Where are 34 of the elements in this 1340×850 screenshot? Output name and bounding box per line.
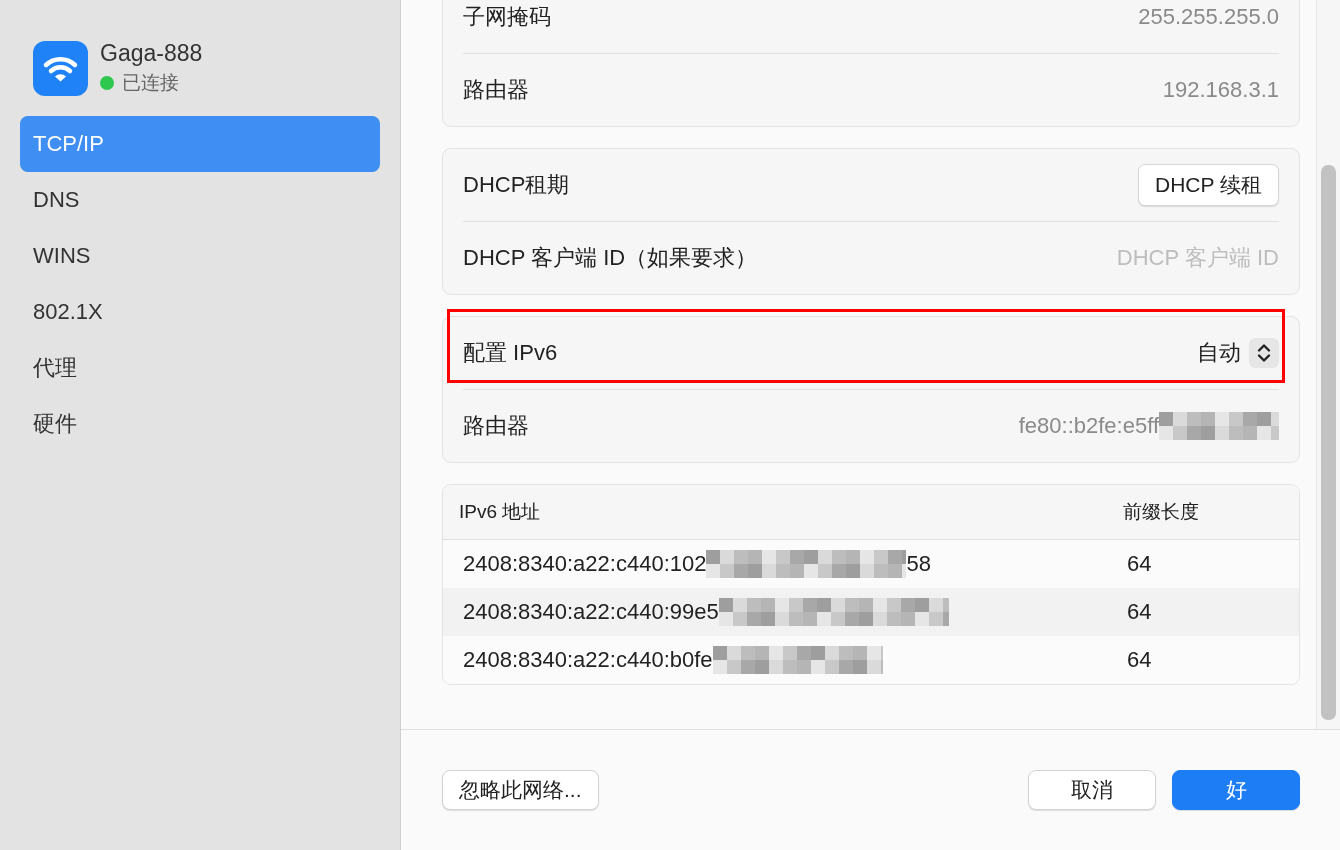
sidebar-item[interactable]: 802.1X: [20, 284, 380, 340]
column-header: 前缀长度: [1123, 500, 1199, 524]
address-text: 2408:8340:a22:c440:102: [463, 551, 707, 577]
prefix-length: 64: [1127, 551, 1152, 577]
connection-status: 已连接: [122, 71, 179, 95]
address-text: 2408:8340:a22:c440:99e5: [463, 599, 719, 625]
wifi-icon: [33, 40, 88, 96]
client-id-field[interactable]: DHCP 客户端 ID: [979, 245, 1279, 271]
column-header: IPv6 地址: [459, 500, 542, 524]
row-label: DHCP租期: [463, 171, 570, 199]
row-label: 配置 IPv6: [463, 339, 558, 367]
value-text: fe80::b2fe:e5ff: [1018, 413, 1159, 439]
address-text: 2408:8340:a22:c440:b0fe: [463, 647, 713, 673]
row-label: 路由器: [463, 76, 529, 104]
forget-network-button[interactable]: 忽略此网络...: [442, 770, 599, 810]
prefix-length: 64: [1127, 599, 1152, 625]
value-text: 192.168.3.1: [1162, 77, 1279, 103]
sidebar-item[interactable]: 代理: [20, 340, 380, 396]
sidebar-item[interactable]: DNS: [20, 172, 380, 228]
value-text: 255.255.255.0: [1138, 4, 1279, 30]
sidebar-item[interactable]: 硬件: [20, 396, 380, 452]
network-name: Gaga-888: [100, 40, 203, 67]
popup-value[interactable]: 自动: [1197, 338, 1241, 368]
row-label: 子网掩码: [463, 3, 551, 31]
stepper-icon[interactable]: [1249, 338, 1279, 368]
prefix-length: 64: [1127, 647, 1152, 673]
ok-button[interactable]: 好: [1172, 770, 1300, 810]
scrollbar[interactable]: [1316, 0, 1340, 729]
row-label: DHCP 客户端 ID（如果要求）: [463, 244, 758, 272]
sidebar-item[interactable]: WINS: [20, 228, 380, 284]
cancel-button[interactable]: 取消: [1028, 770, 1156, 810]
row-label: 路由器: [463, 412, 529, 440]
address-text: 58: [906, 551, 931, 577]
renew-button[interactable]: DHCP 续租: [1138, 164, 1279, 206]
